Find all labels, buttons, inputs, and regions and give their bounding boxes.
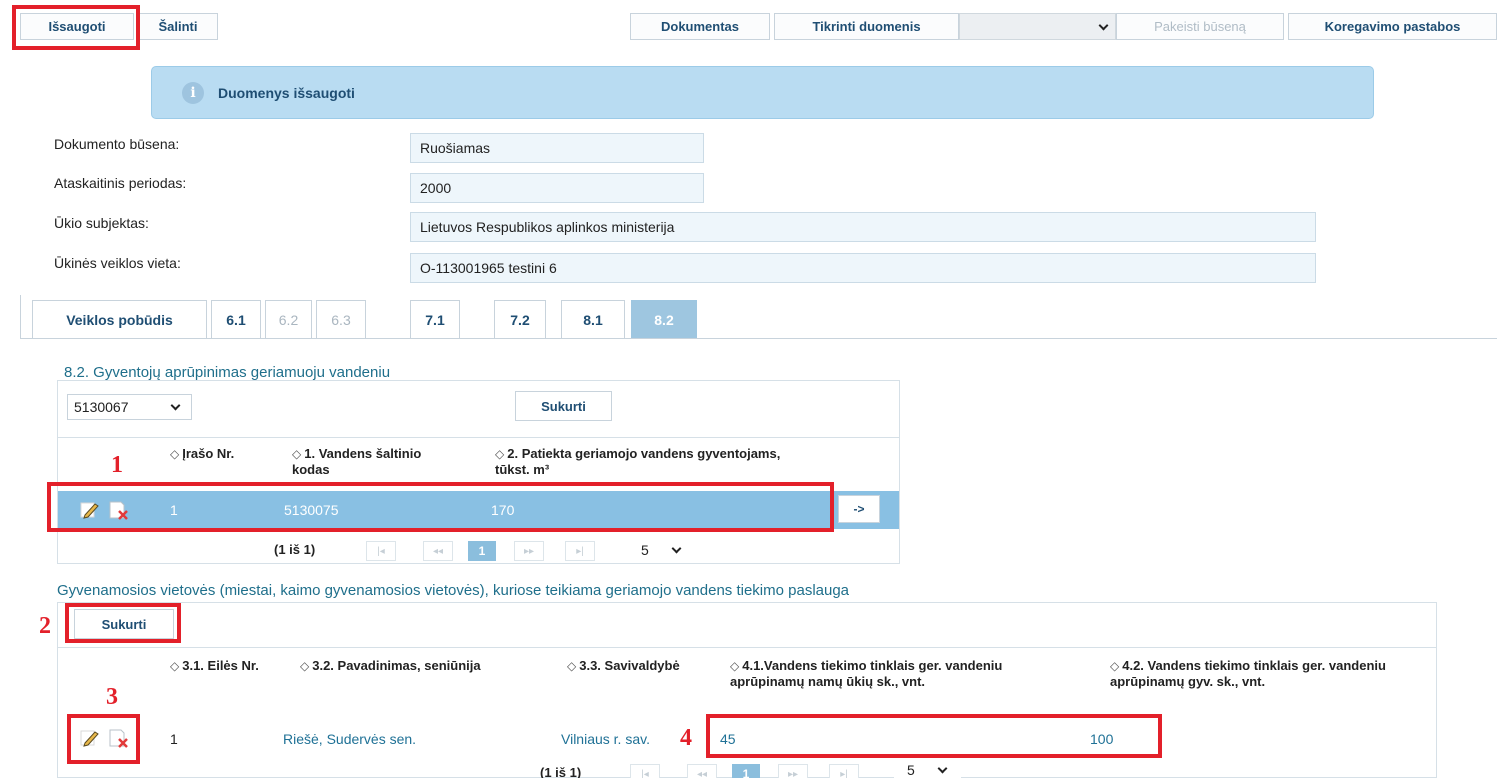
source-select-value: 5130067 <box>74 399 129 415</box>
chevron-down-icon <box>937 763 948 774</box>
document-status-label: Dokumento būsena: <box>54 136 180 152</box>
tab-6-1[interactable]: 6.1 <box>211 300 261 338</box>
page-size-value: 5 <box>907 762 915 778</box>
pager-text: (1 iš 1) <box>274 542 316 557</box>
page-size-value: 5 <box>641 542 649 558</box>
pager-current-page[interactable]: 1 <box>468 541 496 561</box>
source-select[interactable]: 5130067 <box>67 394 192 420</box>
cell-municipality[interactable]: Vilniaus r. sav. <box>561 731 650 747</box>
document-status-value: Ruošiamas <box>410 133 704 163</box>
annotation-number-4: 4 <box>680 725 692 751</box>
chevron-down-icon <box>1098 20 1109 31</box>
header-source-code[interactable]: ◇ 1. Vandens šaltinio kodas <box>292 446 442 477</box>
activity-place-value: O-113001965 testini 6 <box>410 253 1316 283</box>
info-icon: i <box>182 82 204 104</box>
tab-8-2[interactable]: 8.2 <box>631 300 697 338</box>
pager-text: (1 iš 1) <box>540 765 582 778</box>
section-title-8-2: 8.2. Gyventojų aprūpinimas geriamuoju va… <box>64 364 391 381</box>
sort-icon: ◇ <box>292 447 302 461</box>
delete-button[interactable]: Šalinti <box>138 13 218 40</box>
header-residents[interactable]: ◇ 4.2. Vandens tiekimo tinklais ger. vand… <box>1110 658 1435 689</box>
chevron-down-icon <box>671 543 682 554</box>
pager-next-icon[interactable]: ▸▸ <box>514 541 544 561</box>
cell-households: 45 <box>720 731 736 747</box>
header-order-no[interactable]: ◇ 3.1. Eilės Nr. <box>170 658 280 674</box>
reporting-period-value: 2000 <box>410 173 704 203</box>
pager-next-icon[interactable]: ▸▸ <box>778 764 808 778</box>
section2-panel <box>57 602 1437 778</box>
tab-7-2[interactable]: 7.2 <box>494 300 546 338</box>
cell-residents: 100 <box>1090 731 1114 747</box>
pager-last-icon[interactable]: ▸| <box>565 541 595 561</box>
status-select[interactable] <box>959 13 1116 40</box>
tabs-border <box>20 295 21 339</box>
sort-icon: ◇ <box>170 659 180 673</box>
page-size-select[interactable]: 5 <box>894 762 961 778</box>
info-message-text: Duomenys išsaugoti <box>218 85 355 101</box>
sort-icon: ◇ <box>300 659 310 673</box>
delete-icon[interactable] <box>108 500 130 520</box>
header-record-no[interactable]: ◇ Įrašo Nr. <box>170 446 250 462</box>
tab-6-3[interactable]: 6.3 <box>316 300 366 338</box>
tab-veiklos-pobudis[interactable]: Veiklos pobūdis <box>32 300 207 338</box>
edit-icon[interactable] <box>80 501 100 519</box>
chevron-down-icon <box>170 400 181 411</box>
panel-separator <box>58 437 899 438</box>
tab-7-1[interactable]: 7.1 <box>410 300 460 338</box>
sort-icon: ◇ <box>567 659 577 673</box>
pager-prev-icon[interactable]: ◂◂ <box>423 541 453 561</box>
header-name[interactable]: ◇ 3.2. Pavadinimas, seniūnija <box>300 658 500 674</box>
check-data-button[interactable]: Tikrinti duomenis <box>774 13 959 40</box>
cell-order-no: 1 <box>170 731 178 747</box>
change-status-button[interactable]: Pakeisti būseną <box>1116 13 1284 40</box>
cell-source-code: 5130075 <box>284 502 339 518</box>
tabs-baseline <box>20 338 1497 339</box>
entity-value: Lietuvos Respublikos aplinkos ministerij… <box>410 212 1316 242</box>
pager-first-icon[interactable]: |◂ <box>630 764 660 778</box>
delete-icon[interactable] <box>108 728 130 748</box>
annotation-number-2: 2 <box>39 613 51 639</box>
pager-current-page[interactable]: 1 <box>732 764 760 778</box>
table-row-selected[interactable] <box>58 491 899 529</box>
create-source-button[interactable]: Sukurti <box>515 391 612 421</box>
correction-notes-button[interactable]: Koregavimo pastabos <box>1288 13 1497 40</box>
save-button[interactable]: Išsaugoti <box>20 13 134 40</box>
header-households[interactable]: ◇ 4.1.Vandens tiekimo tinklais ger. vande… <box>730 658 1080 689</box>
create-settlement-button[interactable]: Sukurti <box>74 609 174 639</box>
document-button[interactable]: Dokumentas <box>630 13 770 40</box>
reporting-period-label: Ataskaitinis periodas: <box>54 175 187 191</box>
section-title-settlements: Gyvenamosios vietovės (miestai, kaimo gy… <box>57 582 850 599</box>
sort-icon: ◇ <box>1110 659 1120 673</box>
open-row-button[interactable]: -> <box>838 495 880 523</box>
cell-supplied-water: 170 <box>491 502 515 518</box>
page-size-select[interactable]: 5 <box>628 538 695 562</box>
pager-last-icon[interactable]: ▸| <box>829 764 859 778</box>
sort-icon: ◇ <box>730 659 740 673</box>
pager-prev-icon[interactable]: ◂◂ <box>687 764 717 778</box>
header-supplied-water[interactable]: ◇ 2. Patiekta geriamojo vandens gyventoja… <box>495 446 795 477</box>
activity-place-label: Ūkinės veiklos vieta: <box>54 255 181 271</box>
sort-icon: ◇ <box>170 447 180 461</box>
tab-8-1[interactable]: 8.1 <box>561 300 625 338</box>
cell-record-no: 1 <box>170 502 178 518</box>
pager-first-icon[interactable]: |◂ <box>366 541 396 561</box>
edit-icon[interactable] <box>80 729 100 747</box>
annotation-number-3: 3 <box>106 684 118 710</box>
entity-label: Ūkio subjektas: <box>54 215 149 231</box>
panel-separator <box>58 647 1436 648</box>
annotation-number-1: 1 <box>111 452 123 478</box>
cell-settlement-name[interactable]: Riešė, Sudervės sen. <box>283 731 416 747</box>
info-message: i Duomenys išsaugoti <box>151 66 1374 119</box>
sort-icon: ◇ <box>495 447 505 461</box>
tab-6-2[interactable]: 6.2 <box>265 300 312 338</box>
header-municipality[interactable]: ◇ 3.3. Savivaldybė <box>567 658 717 674</box>
